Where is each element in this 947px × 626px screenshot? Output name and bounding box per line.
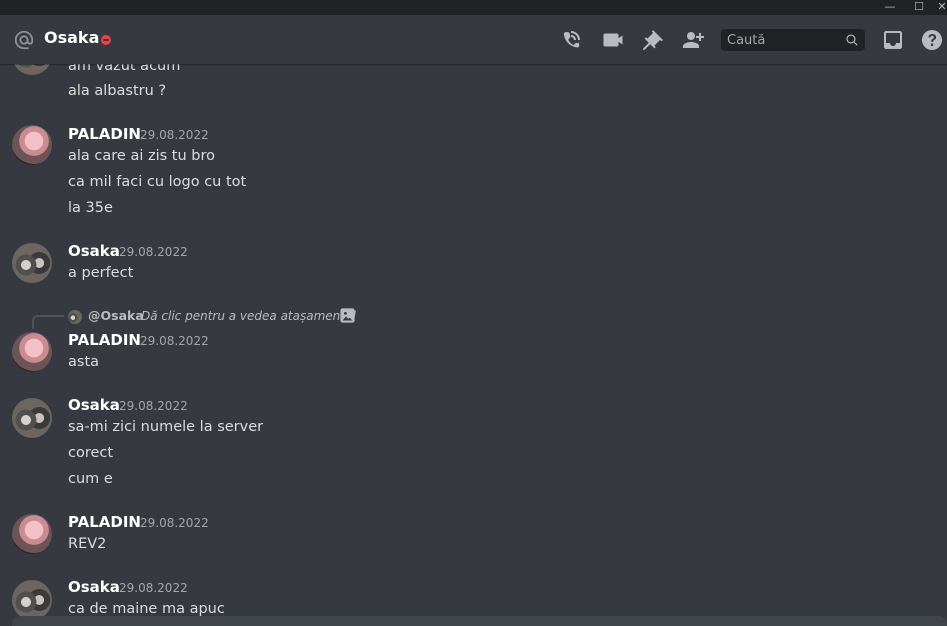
avatar[interactable] [12, 398, 52, 438]
close-button[interactable]: ✕ [932, 0, 947, 15]
message-line: ala care ai zis tu bro [68, 148, 215, 164]
maximize-button[interactable]: ☐ [909, 0, 929, 15]
avatar[interactable] [12, 332, 52, 372]
message-timestamp: 29.08.2022 [140, 334, 209, 348]
message-timestamp: 29.08.2022 [119, 399, 188, 413]
help-icon[interactable] [920, 28, 944, 52]
page-title: Osaka [44, 28, 100, 47]
message-line: corect [68, 445, 114, 461]
search-input[interactable] [721, 29, 845, 51]
message-timestamp: 29.08.2022 [140, 516, 209, 530]
minimize-button[interactable]: — [880, 0, 900, 15]
message-line: REV2 [68, 536, 107, 552]
add-friend-icon[interactable] [681, 28, 705, 52]
message-author[interactable]: PALADIN [68, 331, 141, 349]
message-line: ca de maine ma apuc [68, 601, 225, 616]
message-line: ala albastru ? [68, 83, 167, 99]
channel-header: Osaka [0, 15, 947, 64]
window-titlebar: — ☐ ✕ [0, 0, 947, 15]
pin-icon[interactable] [641, 28, 665, 52]
message-line: cum e [68, 471, 113, 487]
message-line: sa-mi zici numele la server [68, 419, 264, 435]
avatar[interactable] [12, 243, 52, 283]
message-line: am văzut acum [68, 64, 181, 74]
message-timestamp: 29.08.2022 [140, 128, 209, 142]
message-list[interactable]: am văzut acum ala albastru ? PALADIN 29.… [0, 64, 947, 616]
message-author[interactable]: PALADIN [68, 513, 141, 531]
message-author[interactable]: PALADIN [68, 125, 141, 143]
image-attachment-icon [340, 308, 355, 323]
message-line: ca mil faci cu logo cu tot [68, 174, 247, 190]
phone-call-icon[interactable] [560, 28, 584, 52]
message-author[interactable]: Osaka [68, 242, 120, 260]
message-author[interactable]: Osaka [68, 578, 120, 596]
message-line: a perfect [68, 265, 134, 281]
message-line: asta [68, 354, 100, 370]
do-not-disturb-status-icon [101, 35, 111, 45]
search-box[interactable] [721, 29, 865, 51]
message-author[interactable]: Osaka [68, 396, 120, 414]
inbox-icon[interactable] [881, 28, 905, 52]
reply-author[interactable]: @Osaka [88, 308, 144, 323]
avatar[interactable] [12, 125, 52, 165]
message-composer[interactable] [12, 616, 947, 626]
reply-preview-text[interactable]: Dă clic pentru a vedea atașamentul [141, 309, 356, 323]
at-sign-icon [14, 30, 34, 50]
reply-connector [32, 315, 64, 329]
video-camera-icon[interactable] [601, 28, 625, 52]
search-icon [846, 34, 858, 46]
message-line: la 35e [68, 200, 113, 216]
avatar[interactable] [12, 64, 52, 75]
avatar[interactable] [12, 580, 52, 616]
reply-avatar [68, 310, 82, 324]
message-timestamp: 29.08.2022 [119, 581, 188, 595]
message-timestamp: 29.08.2022 [119, 245, 188, 259]
avatar[interactable] [12, 514, 52, 554]
